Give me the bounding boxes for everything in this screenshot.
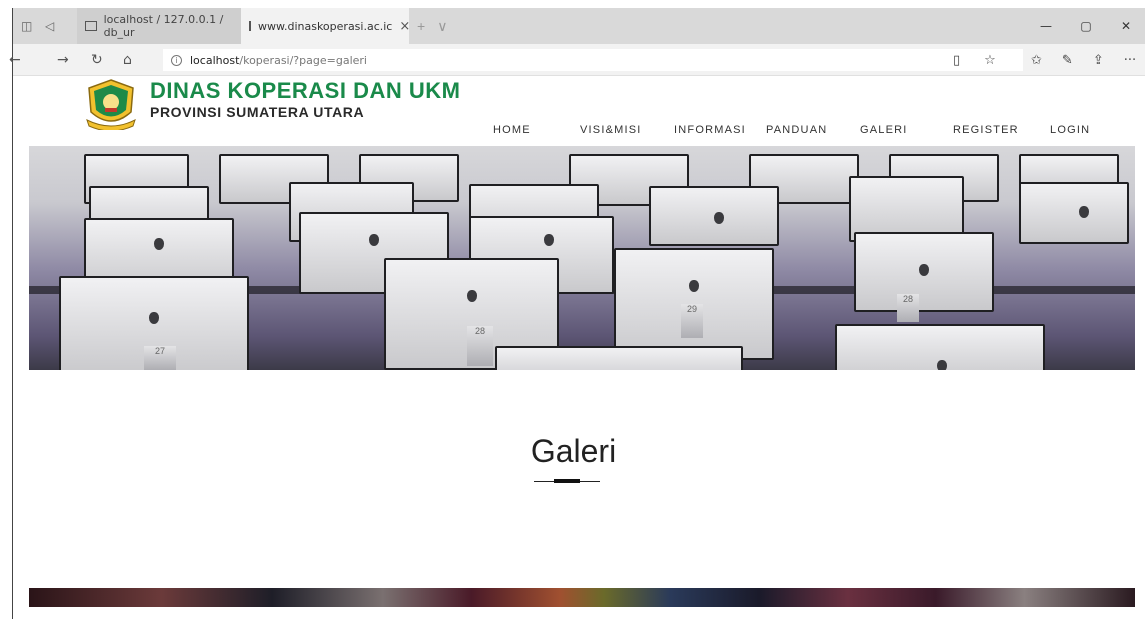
- favorites-hub-icon[interactable]: ✩: [1031, 53, 1042, 68]
- monitor-front: [495, 346, 743, 370]
- address-bar-row: ← → ↻ ⌂ i localhost/koperasi/?page=galer…: [9, 44, 1145, 76]
- section-title: Galeri: [530, 433, 617, 469]
- tab-label: localhost / 127.0.0.1 / db_ur: [103, 13, 224, 39]
- hero-banner-image: 27 28 29 28: [29, 146, 1135, 370]
- apple-logo-icon: [467, 290, 477, 302]
- refresh-icon[interactable]: ↻: [91, 44, 103, 76]
- stand-label: 28: [897, 294, 919, 322]
- province-emblem-logo[interactable]: [83, 78, 139, 130]
- tab-strip: ◫ ◁ localhost / 127.0.0.1 / db_ur www.di…: [13, 8, 1145, 44]
- brand-title: DINAS KOPERASI DAN UKM: [150, 78, 461, 103]
- close-window-icon[interactable]: ✕: [1106, 19, 1145, 33]
- gallery-image-strip: [29, 588, 1135, 607]
- nav-galeri[interactable]: GALERI: [860, 124, 908, 136]
- tab-dinaskoperasi[interactable]: www.dinaskoperasi.ac.ic ×: [241, 8, 410, 44]
- apple-logo-icon: [1079, 206, 1089, 218]
- apple-logo-icon: [149, 312, 159, 324]
- back-icon[interactable]: ←: [9, 44, 21, 76]
- browser-window: ◫ ◁ localhost / 127.0.0.1 / db_ur www.di…: [9, 8, 1145, 619]
- forward-icon[interactable]: →: [57, 44, 69, 76]
- url-field[interactable]: i localhost/koperasi/?page=galeri: [163, 49, 1023, 71]
- apple-logo-icon: [369, 234, 379, 246]
- restore-icon[interactable]: ▢: [1066, 19, 1106, 33]
- home-icon[interactable]: ⌂: [123, 44, 132, 76]
- apple-logo-icon: [714, 212, 724, 224]
- new-tab-icon[interactable]: +: [417, 18, 425, 34]
- nav-panduan[interactable]: PANDUAN: [766, 124, 827, 136]
- apple-logo-icon: [154, 238, 164, 250]
- page-icon: [85, 21, 97, 31]
- apple-logo-icon: [937, 360, 947, 370]
- tab-preview-icon[interactable]: ◁: [45, 8, 54, 44]
- tab-list-icon[interactable]: ∨: [437, 18, 447, 35]
- stand-label: 29: [681, 304, 703, 338]
- nav-login[interactable]: LOGIN: [1050, 124, 1090, 136]
- apple-logo-icon: [544, 234, 554, 246]
- nav-home[interactable]: HOME: [493, 124, 531, 136]
- share-icon[interactable]: ⇪: [1093, 53, 1104, 68]
- tab-actions-icon[interactable]: ◫: [21, 8, 32, 44]
- apple-logo-icon: [919, 264, 929, 276]
- nav-visi-misi[interactable]: VISI&MISI: [580, 124, 642, 136]
- title-underline-accent: [554, 479, 580, 483]
- favorite-star-icon[interactable]: ☆: [984, 53, 996, 68]
- stand-label: 28: [467, 326, 493, 366]
- tab-phpmyadmin[interactable]: localhost / 127.0.0.1 / db_ur: [77, 8, 247, 44]
- close-tab-icon[interactable]: ×: [399, 19, 410, 34]
- reading-view-icon[interactable]: ▯: [953, 53, 960, 68]
- web-note-icon[interactable]: ✎: [1062, 53, 1073, 68]
- nav-register[interactable]: REGISTER: [953, 124, 1019, 136]
- minimize-icon[interactable]: —: [1026, 19, 1066, 33]
- nav-informasi[interactable]: INFORMASI: [674, 124, 746, 136]
- monitor: [1019, 182, 1129, 244]
- tab-label: www.dinaskoperasi.ac.ic: [258, 19, 393, 33]
- window-controls: — ▢ ✕: [1026, 8, 1145, 44]
- site-info-icon[interactable]: i: [171, 54, 182, 66]
- page-icon: [249, 21, 251, 31]
- url-host: localhost: [190, 53, 240, 67]
- url-path: /koperasi/?page=galeri: [239, 53, 367, 67]
- more-icon[interactable]: ···: [1124, 53, 1136, 68]
- site-header: DINAS KOPERASI DAN UKM PROVINSI SUMATERA…: [13, 76, 1134, 154]
- brand-subtitle: PROVINSI SUMATERA UTARA: [150, 104, 365, 120]
- main-nav: HOME VISI&MISI INFORMASI PANDUAN GALERI …: [13, 124, 1134, 144]
- stand-label: 27: [144, 346, 176, 370]
- apple-logo-icon: [689, 280, 699, 292]
